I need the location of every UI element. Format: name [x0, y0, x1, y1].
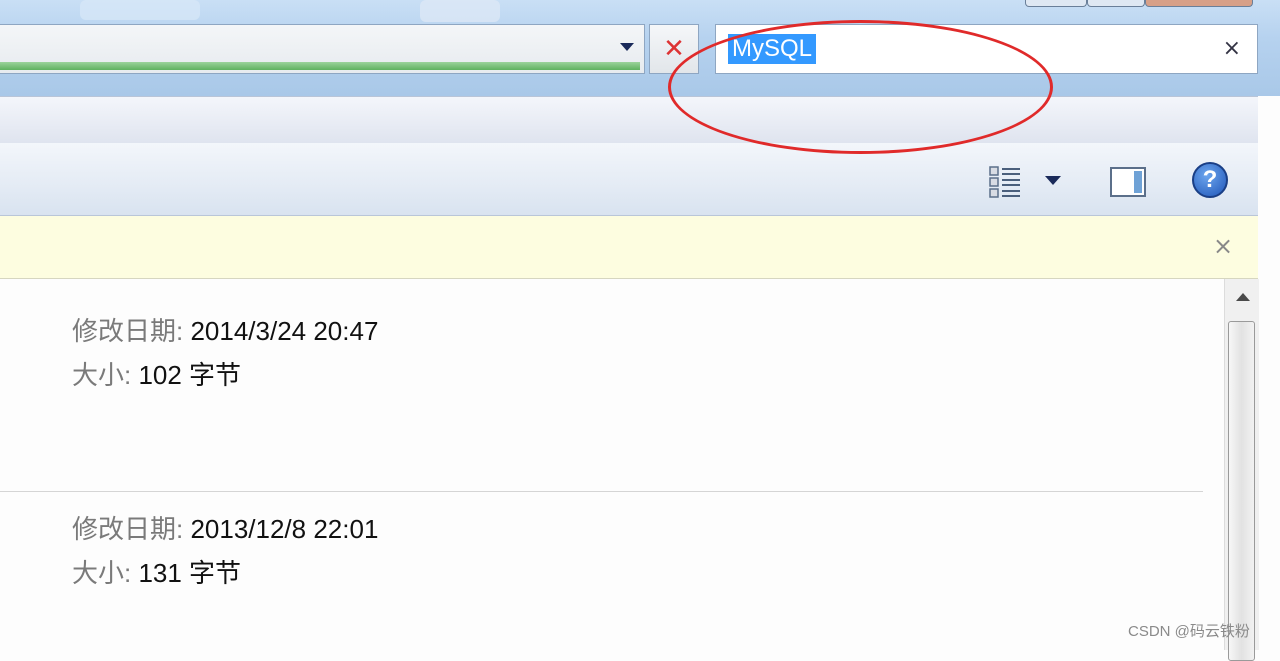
maximize-button[interactable]	[1087, 0, 1145, 7]
help-icon[interactable]: ?	[1192, 162, 1228, 198]
close-window-button[interactable]	[1145, 0, 1253, 7]
address-bar[interactable]	[0, 24, 645, 74]
command-toolbar: ?	[0, 143, 1258, 216]
size-value: 131 字节	[138, 558, 242, 588]
window-controls	[1025, 0, 1255, 7]
list-item[interactable]: 修改日期: 2013/12/8 22:01 大小: 131 字节	[72, 507, 378, 595]
scrollbar-thumb[interactable]	[1228, 321, 1255, 661]
divider	[0, 491, 1203, 492]
info-bar: ×	[0, 216, 1258, 279]
modified-date-label: 修改日期:	[72, 514, 191, 544]
vertical-scrollbar[interactable]	[1224, 279, 1259, 661]
close-icon[interactable]: ×	[1213, 233, 1233, 259]
size-value: 102 字节	[138, 360, 242, 390]
menu-bar	[0, 96, 1258, 144]
size-label: 大小:	[72, 360, 139, 390]
views-dropdown-icon[interactable]	[1045, 176, 1061, 185]
minimize-button[interactable]	[1025, 0, 1087, 7]
watermark: CSDN @码云铁粉	[1128, 623, 1250, 640]
address-progress-bar	[0, 62, 640, 70]
chevron-down-icon[interactable]	[620, 43, 634, 51]
modified-date-value: 2013/12/8 22:01	[190, 514, 379, 544]
modified-date-label: 修改日期:	[72, 316, 191, 346]
preview-pane-icon[interactable]	[1110, 167, 1146, 197]
views-icon[interactable]	[988, 165, 1022, 199]
scroll-up-icon[interactable]	[1236, 293, 1250, 301]
size-label: 大小:	[72, 558, 139, 588]
search-results-list: 修改日期: 2014/3/24 20:47 大小: 102 字节 修改日期: 2…	[0, 279, 1222, 650]
title-bar-reflection	[80, 0, 200, 20]
title-bar-reflection	[420, 0, 500, 22]
clear-search-icon[interactable]: ×	[1223, 37, 1241, 61]
list-item[interactable]: 修改日期: 2014/3/24 20:47 大小: 102 字节	[72, 309, 378, 397]
modified-date-value: 2014/3/24 20:47	[190, 316, 379, 346]
annotation-circle	[668, 20, 1053, 154]
close-icon: ✕	[663, 34, 685, 64]
